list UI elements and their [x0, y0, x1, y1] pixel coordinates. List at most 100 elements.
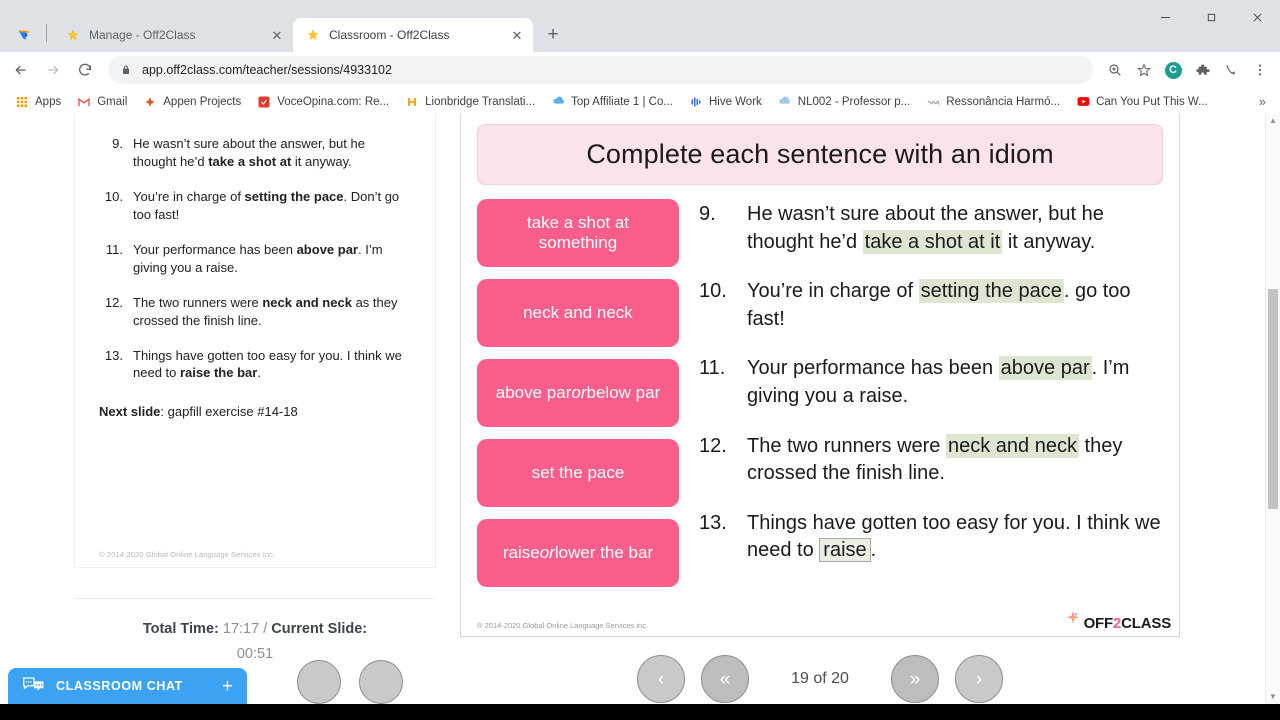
idiom-card[interactable]: take a shot at something: [477, 199, 679, 267]
sentence-item: 10. You’re in charge of setting the pace…: [699, 278, 1163, 333]
slide-copyright: ® 2014-2020 Global Online Language Servi…: [477, 621, 649, 630]
browser-tab-manage[interactable]: Manage - Off2Class ✕: [53, 18, 293, 52]
slide-navigation: ‹ « 19 of 20 » ›: [460, 650, 1180, 704]
timer-separator: /: [263, 621, 268, 637]
bookmark-nl002[interactable]: NL002 - Professor p...: [771, 92, 918, 112]
off2class-wordmark: OFF2CLASS: [1083, 615, 1172, 632]
note-text: You’re in charge of setting the pace. Do…: [133, 188, 400, 222]
note-text: Things have gotten too easy for you. I t…: [133, 347, 402, 381]
lock-icon: [120, 64, 132, 76]
classroom-chat-bar[interactable]: CLASSROOM CHAT +: [8, 668, 247, 704]
chat-expand-button[interactable]: +: [222, 677, 233, 696]
profile-avatar[interactable]: C: [1159, 56, 1187, 84]
note-text: He wasn’t sure about the answer, but he …: [133, 136, 365, 169]
puzzle-piece-icon[interactable]: [1188, 56, 1216, 84]
bookmark-top-affiliate[interactable]: Top Affiliate 1 | Co...: [544, 92, 680, 112]
gmail-icon: [77, 95, 91, 109]
bookmark-hive-work[interactable]: Hive Work: [682, 92, 769, 112]
sentence-item: 13. Things have gotten too easy for you.…: [699, 510, 1163, 565]
window-controls: [1142, 0, 1280, 34]
off2class-mark-icon: [1064, 609, 1082, 632]
download-icon[interactable]: [1217, 56, 1245, 84]
sentence-number: 12.: [699, 434, 727, 457]
control-circle-button[interactable]: [297, 660, 341, 704]
tab-title: Manage - Off2Class: [89, 28, 196, 42]
bookmark-label: Ressonância Harmó...: [946, 95, 1061, 108]
sentence-number: 13.: [699, 511, 727, 534]
scroll-down-arrow-icon[interactable]: ▼: [1266, 689, 1280, 704]
lesson-slide: Complete each sentence with an idiom tak…: [460, 113, 1180, 637]
sentence-text[interactable]: The two runners were neck and neck they …: [747, 433, 1163, 488]
slide-inner: Complete each sentence with an idiom tak…: [461, 113, 1179, 636]
sentence-item: 11. Your performance has been above par.…: [699, 355, 1163, 410]
sentence-list: 9. He wasn’t sure about the answer, but …: [699, 199, 1163, 587]
bookmarks-bar: Apps Gmail Appen Projects VoceOpina.com:…: [0, 88, 1280, 116]
off2class-logo: OFF2CLASS: [1064, 609, 1171, 632]
last-slide-button[interactable]: ›: [955, 655, 1003, 703]
toolbar-right-icons: C: [1101, 56, 1274, 84]
three-dot-menu-icon[interactable]: [1246, 56, 1274, 84]
minimize-icon[interactable]: [1142, 0, 1188, 34]
sentence-number: 9.: [699, 203, 716, 225]
classroom-chat-label: CLASSROOM CHAT: [56, 679, 183, 693]
note-number: 11.: [105, 241, 123, 257]
bookmark-gmail[interactable]: Gmail: [70, 92, 134, 112]
scrollbar-thumb[interactable]: [1268, 289, 1278, 509]
bookmark-ressonancia[interactable]: Ressonância Harmó...: [919, 92, 1067, 112]
zoom-in-icon[interactable]: [1101, 56, 1129, 84]
page-scrollbar[interactable]: ▲ ▼: [1265, 113, 1280, 704]
sentence-item: 9. He wasn’t sure about the answer, but …: [699, 201, 1163, 256]
idiom-card[interactable]: neck and neck: [477, 279, 679, 347]
browser-window: Manage - Off2Class ✕ Classroom - Off2Cla…: [0, 0, 1280, 720]
next-slide-note: Next slide: gapfill exercise #14-18: [99, 404, 298, 420]
idiom-card[interactable]: set the pace: [477, 439, 679, 507]
voceopina-icon: [257, 95, 271, 109]
bookmark-apps[interactable]: Apps: [8, 92, 68, 112]
close-icon[interactable]: [1234, 0, 1280, 34]
note-item: 9. He wasn’t sure about the answer, but …: [99, 135, 411, 171]
bookmark-label: NL002 - Professor p...: [797, 95, 911, 108]
secondary-controls: [297, 660, 403, 704]
bookmark-lionbridge[interactable]: Lionbridge Translati...: [398, 92, 542, 112]
control-circle-button[interactable]: [359, 660, 403, 704]
browser-tab-classroom[interactable]: Classroom - Off2Class ✕: [293, 18, 533, 52]
address-bar[interactable]: app.off2class.com/teacher/sessions/49331…: [108, 56, 1093, 84]
first-slide-button[interactable]: ‹: [637, 655, 685, 703]
hive-icon: [689, 95, 703, 109]
notes-copyright: © 2014-2020 Global Online Language Servi…: [99, 550, 276, 559]
back-arrow-icon[interactable]: [6, 55, 36, 85]
new-tab-button[interactable]: +: [539, 21, 567, 49]
bookmarks-overflow-button[interactable]: »: [1253, 92, 1272, 111]
youtube-icon: [1076, 95, 1090, 109]
scroll-up-arrow-icon[interactable]: ▲: [1266, 113, 1280, 128]
bookmark-label: Appen Projects: [163, 95, 242, 108]
sentence-text[interactable]: Your performance has been above par. I’m…: [747, 355, 1163, 410]
forward-arrow-icon[interactable]: [38, 55, 68, 85]
bookmark-can-you-put-this[interactable]: Can You Put This W...: [1069, 92, 1215, 112]
note-text: The two runners were neck and neck as th…: [133, 294, 398, 328]
reload-icon[interactable]: [70, 55, 100, 85]
maximize-icon[interactable]: [1188, 0, 1234, 34]
sentence-text[interactable]: You’re in charge of setting the pace. go…: [747, 278, 1163, 333]
note-item: 11. Your performance has been above par.…: [99, 241, 411, 277]
next-slide-button[interactable]: »: [891, 655, 939, 703]
idiom-card[interactable]: raise or lower the bar: [477, 519, 679, 587]
star-icon: [305, 27, 321, 43]
close-icon[interactable]: ✕: [269, 27, 285, 43]
idiom-card[interactable]: above par or below par: [477, 359, 679, 427]
cloud-icon: [551, 95, 565, 109]
page-viewport: 9. He wasn’t sure about the answer, but …: [0, 113, 1280, 704]
note-item: 12. The two runners were neck and neck a…: [99, 294, 411, 330]
sentence-item: 12. The two runners were neck and neck t…: [699, 433, 1163, 488]
bookmark-label: Apps: [35, 95, 62, 108]
sentence-text[interactable]: Things have gotten too easy for you. I t…: [747, 510, 1163, 565]
previous-slide-button[interactable]: «: [701, 655, 749, 703]
close-icon[interactable]: ✕: [509, 27, 525, 43]
bookmark-label: Gmail: [97, 95, 128, 108]
bookmark-appen-projects[interactable]: Appen Projects: [136, 92, 248, 112]
cloud-icon: [778, 95, 792, 109]
tab-title: Classroom - Off2Class: [329, 28, 450, 42]
sentence-text[interactable]: He wasn’t sure about the answer, but he …: [747, 201, 1163, 256]
star-outline-icon[interactable]: [1130, 56, 1158, 84]
bookmark-voceopina[interactable]: VoceOpina.com: Re...: [250, 92, 396, 112]
